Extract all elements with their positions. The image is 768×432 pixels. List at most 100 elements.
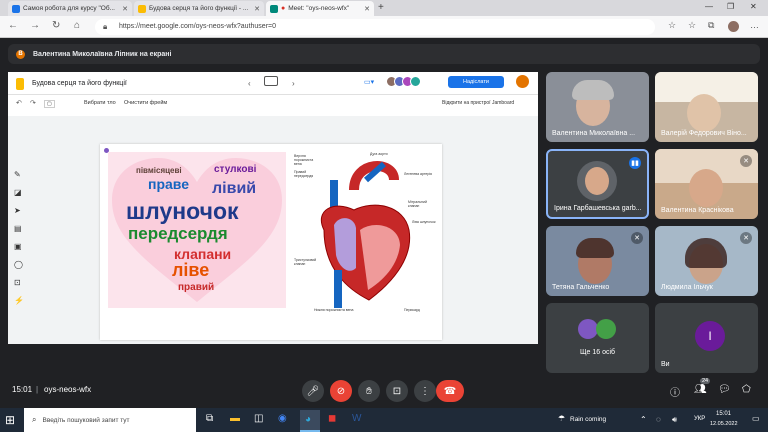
browser-tab-3[interactable]: ● Meet: "oys-neos-wfx" ✕ xyxy=(266,1,374,16)
app-icon[interactable]: ◼ xyxy=(328,413,336,424)
more-options-button[interactable]: ⋮ xyxy=(414,380,436,402)
close-icon[interactable]: ✕ xyxy=(254,5,260,13)
window-close-button[interactable]: ✕ xyxy=(750,2,757,11)
sticky-note-icon[interactable]: ▤ xyxy=(14,224,22,233)
mic-button[interactable]: 🎤︎ xyxy=(302,380,324,402)
participants-count-badge: 24 xyxy=(700,378,711,384)
more-participants-tile[interactable]: Ще 16 осіб xyxy=(546,303,649,373)
meeting-code: oys-neos-wfx xyxy=(44,385,92,394)
new-tab-button[interactable]: + xyxy=(378,2,384,13)
participant-tile-5[interactable]: ✕ Тетяна Гальченко xyxy=(546,226,649,296)
jamboard-logo-icon xyxy=(16,78,24,90)
pen-icon[interactable]: ✎ xyxy=(14,170,21,179)
search-placeholder: Введіть пошуковий запит тут xyxy=(42,416,130,424)
word-stulkovi: стулкові xyxy=(214,164,257,175)
screen-share: Будова серця та його функції ‹ › ▭▾ Наді… xyxy=(8,72,538,344)
windows-taskbar: ⊞ ⌕ Введіть пошуковий запит тут ⧉ ▬ ◫ ◉ … xyxy=(0,408,768,432)
label-right-atrium: Правий передсердя xyxy=(294,170,314,178)
presenter-avatar: В xyxy=(16,49,25,59)
reload-icon[interactable]: ↻ xyxy=(52,20,60,31)
participant-tile-6[interactable]: ✕ Людмила Ільчук xyxy=(655,226,758,296)
file-explorer-icon[interactable]: ▬ xyxy=(230,413,240,424)
zoom-control[interactable]: ▢ xyxy=(44,100,55,108)
viewers-avatars xyxy=(386,76,430,88)
participant-thumb xyxy=(596,319,616,339)
people-icon[interactable]: 👥︎ xyxy=(694,384,707,395)
url-field[interactable]: 🔒︎ https://meet.google.com/oys-neos-wfx?… xyxy=(95,19,655,35)
extensions-icon[interactable]: ☆ xyxy=(668,20,676,31)
activities-icon[interactable]: ⬠ xyxy=(742,384,751,395)
close-icon[interactable]: ✕ xyxy=(364,5,370,13)
next-frame-icon[interactable]: › xyxy=(292,79,295,88)
collections-icon[interactable]: ⧉ xyxy=(708,20,714,31)
chrome-icon[interactable]: ◉ xyxy=(278,413,287,424)
label-left-ventricle: Ліва шлуночок xyxy=(412,220,436,224)
clear-frame-button[interactable]: Очистити фрейм xyxy=(124,100,167,106)
prev-frame-icon[interactable]: ‹ xyxy=(248,79,251,88)
meet-favicon-icon xyxy=(270,4,278,13)
doc-favicon-icon xyxy=(12,4,20,13)
present-icon: ⊡ xyxy=(392,385,402,397)
participant-name: Валерій Федорович Віно... xyxy=(661,130,747,137)
volume-icon[interactable]: 🔊︎ xyxy=(672,415,677,425)
browser-tab-1[interactable]: Самоя робота для курсу "Об... ✕ xyxy=(8,1,132,16)
undo-icon[interactable]: ↶ xyxy=(16,99,22,107)
tab-label: Будова серця та його функції - ... xyxy=(149,5,249,12)
self-tile[interactable]: I Ви xyxy=(655,303,758,373)
share-button[interactable]: Надіслати xyxy=(448,76,504,88)
laser-icon[interactable]: ⚡ xyxy=(14,296,24,305)
weather-text[interactable]: Rain coming xyxy=(570,416,606,423)
windows-start-icon[interactable]: ⊞ xyxy=(5,413,15,427)
profile-icon[interactable] xyxy=(728,21,739,32)
recording-icon: ● xyxy=(281,5,286,12)
language-indicator[interactable]: УКР xyxy=(694,416,705,422)
more-icon[interactable]: … xyxy=(750,20,759,30)
close-icon[interactable]: ✕ xyxy=(122,5,128,13)
participant-tile-3[interactable]: ▮▮ Ірина Гарбашевська garb... xyxy=(546,149,649,219)
participant-tile-1[interactable]: Валентина Миколаївна ... xyxy=(546,72,649,142)
present-icon[interactable]: ▭▾ xyxy=(364,78,374,86)
participant-tile-4[interactable]: ✕ Валентина Красніковa xyxy=(655,149,758,219)
tab-label: Meet: "oys-neos-wfx" xyxy=(288,5,350,12)
word-icon[interactable]: W xyxy=(352,413,361,424)
forward-icon[interactable]: → xyxy=(30,20,40,31)
tray-chevron-icon[interactable]: ⌃ xyxy=(640,415,647,424)
store-icon[interactable]: ◫ xyxy=(254,413,263,424)
back-icon[interactable]: ← xyxy=(8,20,18,31)
raise-hand-button[interactable]: ✋︎ xyxy=(358,380,380,402)
word-pivmisyatsevi: півмісяцеві xyxy=(136,166,182,175)
home-icon[interactable]: ⌂ xyxy=(74,20,80,31)
clock-time[interactable]: 15:01 xyxy=(716,411,731,417)
redo-icon[interactable]: ↷ xyxy=(30,99,36,107)
edge-taskbar-button[interactable]: ◕ xyxy=(300,410,320,432)
present-button[interactable]: ⊡ xyxy=(386,380,408,402)
camera-button[interactable]: ⊘ xyxy=(330,380,352,402)
notifications-icon[interactable]: ▭ xyxy=(752,414,760,423)
shape-icon[interactable]: ◯ xyxy=(14,260,23,269)
info-icon[interactable]: ⓘ xyxy=(670,384,680,399)
set-background-button[interactable]: Вибрати тло xyxy=(84,100,116,106)
chat-icon[interactable]: 💬︎ xyxy=(718,384,731,395)
browser-tab-bar: Самоя робота для курсу "Об... ✕ Будова с… xyxy=(0,0,768,16)
account-avatar[interactable] xyxy=(516,75,529,88)
camera-off-icon: ⊘ xyxy=(336,385,346,397)
favorites-icon[interactable]: ☆ xyxy=(688,20,696,31)
presenter-banner: В Валентина Миколаївна Лiпник на екрані xyxy=(8,44,760,64)
image-icon[interactable]: ▣ xyxy=(14,242,22,251)
participant-tile-2[interactable]: Валерій Федорович Віно... xyxy=(655,72,758,142)
taskbar-search-box[interactable]: ⌕ Введіть пошуковий запит тут xyxy=(24,408,196,432)
network-icon[interactable]: ◌ xyxy=(656,415,661,424)
minimize-button[interactable]: — xyxy=(705,2,713,11)
meet-controls-bar: 15:01 | oys-neos-wfx 🎤︎ ⊘ ✋︎ ⊡ ⋮ ☎︎ ⓘ 👥︎… xyxy=(0,376,768,406)
textbox-icon[interactable]: ⊡ xyxy=(14,278,21,287)
frame-bar-icon[interactable] xyxy=(264,76,278,86)
browser-tab-2[interactable]: Будова серця та його функції - ... ✕ xyxy=(134,1,264,16)
maximize-button[interactable]: ❐ xyxy=(727,2,734,11)
eraser-icon[interactable]: ◪ xyxy=(14,188,22,197)
open-device-button[interactable]: Відкрити на пристрої Jamboard xyxy=(442,100,514,106)
select-icon[interactable]: ➤ xyxy=(14,206,21,215)
end-call-button[interactable]: ☎︎ xyxy=(436,380,464,402)
clock-date[interactable]: 12.05.2022 xyxy=(710,421,738,427)
more-participants-label: Ще 16 осіб xyxy=(579,349,616,356)
task-view-icon[interactable]: ⧉ xyxy=(206,413,213,424)
